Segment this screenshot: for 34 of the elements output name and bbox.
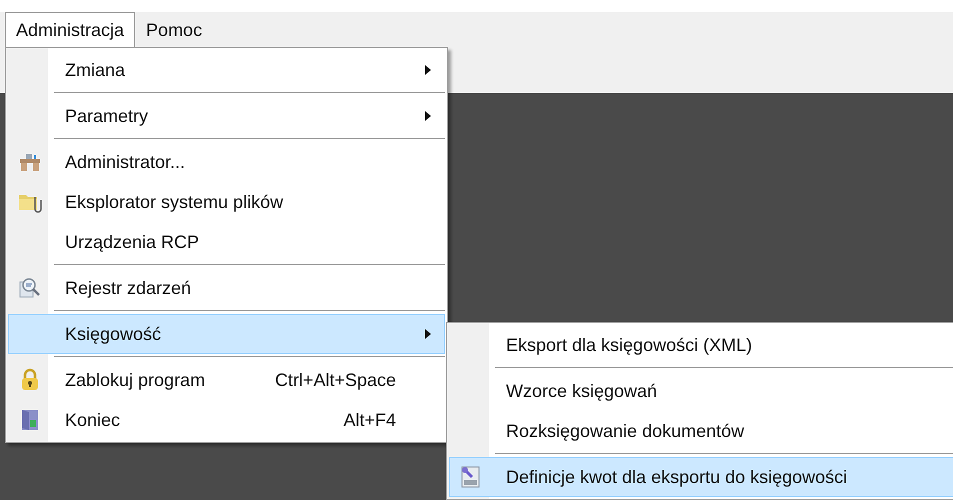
menu-item-label: Księgowość <box>65 322 162 346</box>
menu-item-label: Eksport dla księgowości (XML) <box>506 334 752 357</box>
menu-item-label: Rozksięgowanie dokumentów <box>506 420 744 443</box>
exit-door-icon <box>19 408 41 432</box>
menu-item[interactable]: Parametry <box>8 96 445 136</box>
menu-item[interactable]: Eksplorator systemu plików <box>8 182 445 222</box>
menu-item-label: Administrator... <box>65 150 186 174</box>
menu-item[interactable]: Zmiana <box>8 50 445 90</box>
menu-item-label: Koniec <box>65 408 120 432</box>
menu-item[interactable]: Administrator... <box>8 142 445 182</box>
menu-item-label: Parametry <box>65 104 148 128</box>
menu-item[interactable]: Wzorce księgowań <box>449 371 953 411</box>
menu-item-label: Zablokuj program <box>65 368 206 392</box>
menu-item[interactable]: Eksport dla księgowości (XML) <box>449 325 953 365</box>
menu-item-label: Definicje kwot dla eksportu do księgowości <box>506 466 848 489</box>
menu-item[interactable]: Rejestr zdarzeń <box>8 268 445 308</box>
shortcut-text: Ctrl+Alt+Space <box>274 368 396 392</box>
padlock-icon <box>19 368 41 392</box>
menu-item[interactable]: Księgowość <box>8 314 445 354</box>
menu-item-label: Urządzenia RCP <box>65 230 200 254</box>
menu-item[interactable]: Koniec Alt+F4 <box>8 400 445 440</box>
desk-icon <box>19 152 41 172</box>
menu-item-label: Zmiana <box>65 58 126 82</box>
menu-item-label: Wzorce księgowań <box>506 380 658 403</box>
magnifier-document-icon <box>18 277 42 299</box>
menu-item[interactable]: Rozksięgowanie dokumentów <box>449 411 953 451</box>
menu-item[interactable]: Urządzenia RCP <box>8 222 445 262</box>
menu-item-label: Eksplorator systemu plików <box>65 190 284 214</box>
menu-bar-item[interactable]: Administracja <box>5 12 136 48</box>
menu-item-label: Rejestr zdarzeń <box>65 276 192 300</box>
shortcut-text: Alt+F4 <box>343 408 396 432</box>
menu-item[interactable]: Definicje kwot dla eksportu do księgowości <box>449 457 953 497</box>
menu-item[interactable]: Zablokuj program Ctrl+Alt+Space <box>8 360 445 400</box>
menu-bar-item[interactable]: Pomoc <box>135 12 214 48</box>
